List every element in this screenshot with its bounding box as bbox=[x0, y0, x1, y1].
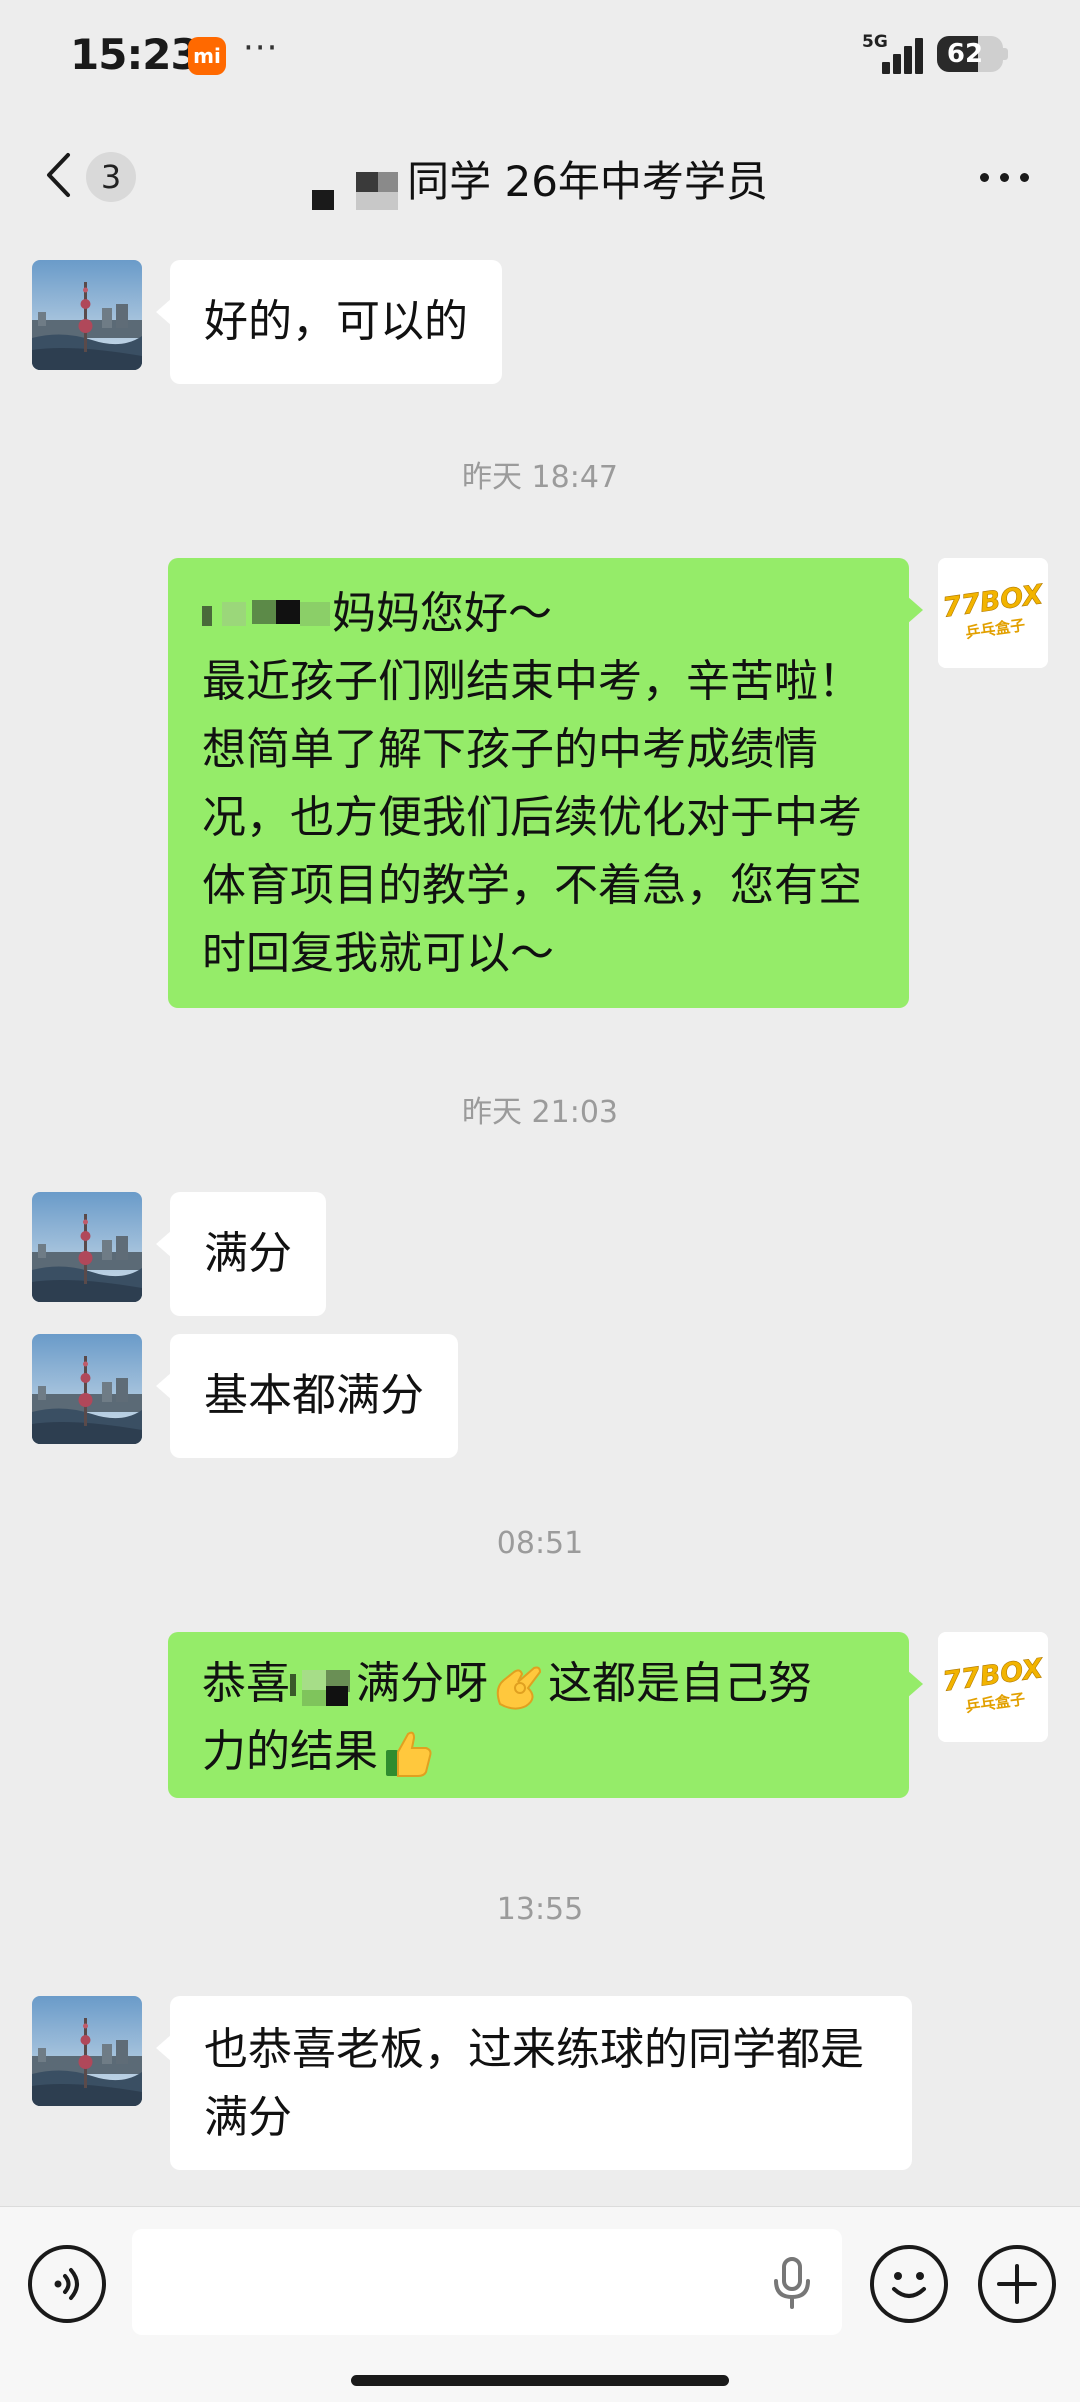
incoming-message-bubble[interactable]: 基本都满分 bbox=[156, 1334, 458, 1458]
message-text: 妈妈您好～ bbox=[332, 588, 552, 639]
message-text-line: 况，也方便我们后续优化对于中考 bbox=[202, 792, 862, 843]
incoming-message-bubble[interactable]: 满分 bbox=[156, 1192, 326, 1316]
incoming-message-bubble[interactable]: 好的，可以的 bbox=[156, 260, 502, 384]
outgoing-message-bubble[interactable]: 恭喜 满分呀 这都是自己努 力的结果 bbox=[168, 1632, 923, 1798]
plus-icon bbox=[997, 2264, 1037, 2304]
chat-title-wrap: 同学 26年中考学员 bbox=[0, 148, 1080, 214]
more-notifications-icon: ··· bbox=[243, 28, 279, 68]
message-text: 恭喜 bbox=[202, 1658, 290, 1709]
message-text-line: 时回复我就可以～ bbox=[202, 928, 554, 979]
contact-avatar[interactable] bbox=[32, 260, 142, 370]
message-timestamp: 昨天 21:03 bbox=[462, 1095, 618, 1130]
message-text-line: 最近孩子们刚结束中考，辛苦啦！ bbox=[202, 656, 862, 707]
message-text: 力的结果 bbox=[202, 1726, 378, 1777]
message-text: 好的，可以的 bbox=[204, 296, 468, 347]
battery-nub bbox=[1003, 48, 1008, 60]
message-input[interactable] bbox=[132, 2229, 842, 2335]
message-timestamp: 昨天 18:47 bbox=[462, 460, 618, 495]
chat-title: 同学 26年中考学员 bbox=[407, 157, 768, 206]
thumbs-up-emoji-icon bbox=[386, 1731, 432, 1777]
home-indicator[interactable] bbox=[351, 2375, 729, 2386]
city-skyline-image bbox=[32, 1192, 142, 1302]
contact-avatar[interactable] bbox=[32, 1334, 142, 1444]
message-text: 满分 bbox=[204, 1228, 292, 1279]
status-bar: 15:23 mi ··· 5G 62 bbox=[0, 0, 1080, 110]
message-text-line: 恭喜 满分呀 这都是自己努 bbox=[202, 1650, 875, 1718]
signal-icon: 5G bbox=[862, 32, 926, 74]
emoji-icon bbox=[892, 2272, 926, 2298]
message-input-bar bbox=[0, 2206, 1080, 2402]
city-skyline-image bbox=[32, 1996, 142, 2106]
censored-name bbox=[312, 170, 400, 214]
message-text: 满分呀 bbox=[356, 1658, 488, 1709]
message-text-line: 妈妈您好～ bbox=[202, 580, 875, 648]
emoji-button[interactable] bbox=[870, 2245, 948, 2323]
censored-name bbox=[202, 596, 332, 636]
message-text: 基本都满分 bbox=[204, 1370, 424, 1421]
city-skyline-image bbox=[32, 260, 142, 370]
chat-info-more-button[interactable] bbox=[970, 148, 1040, 204]
message-text-line: 想简单了解下孩子的中考成绩情 bbox=[202, 724, 818, 775]
contact-avatar[interactable] bbox=[32, 1192, 142, 1302]
xiaomi-notification-icon: mi bbox=[188, 37, 226, 75]
battery-icon: 62 bbox=[937, 36, 1003, 72]
ok-hand-emoji-icon bbox=[496, 1666, 542, 1710]
chat-header: 3 同学 26年中考学员 bbox=[0, 110, 1080, 240]
contact-avatar[interactable] bbox=[32, 1996, 142, 2106]
voice-input-button[interactable] bbox=[28, 2245, 106, 2323]
message-text-line: 也恭喜老板，过来练球的同学都是 bbox=[204, 2024, 864, 2075]
message-text-line: 体育项目的教学，不着急，您有空 bbox=[202, 860, 862, 911]
status-time: 15:23 bbox=[70, 30, 200, 79]
incoming-message-bubble[interactable]: 也恭喜老板，过来练球的同学都是 满分 bbox=[156, 1996, 912, 2170]
message-text-line: 满分 bbox=[204, 2092, 292, 2143]
network-type-label: 5G bbox=[862, 32, 888, 52]
message-text: 这都是自己努 bbox=[548, 1658, 812, 1709]
more-actions-button[interactable] bbox=[978, 2245, 1056, 2323]
outgoing-message-bubble[interactable]: 妈妈您好～ 最近孩子们刚结束中考，辛苦啦！ 想简单了解下孩子的中考成绩情 况，也… bbox=[168, 558, 923, 1008]
brand-logo-icon: 77BOX 乒乓盒子 bbox=[938, 558, 1048, 668]
message-text-line: 力的结果 bbox=[202, 1718, 875, 1786]
brand-logo-icon: 77BOX 乒乓盒子 bbox=[938, 1632, 1048, 1742]
message-timestamp: 08:51 bbox=[496, 1526, 584, 1561]
censored-name bbox=[290, 1666, 356, 1706]
my-avatar[interactable]: 77BOX 乒乓盒子 bbox=[938, 1632, 1048, 1742]
message-timestamp: 13:55 bbox=[496, 1892, 584, 1927]
city-skyline-image bbox=[32, 1334, 142, 1444]
microphone-icon[interactable] bbox=[770, 2255, 814, 2311]
battery-level: 62 bbox=[946, 39, 984, 69]
voice-icon bbox=[54, 2268, 79, 2300]
my-avatar[interactable]: 77BOX 乒乓盒子 bbox=[938, 558, 1048, 668]
